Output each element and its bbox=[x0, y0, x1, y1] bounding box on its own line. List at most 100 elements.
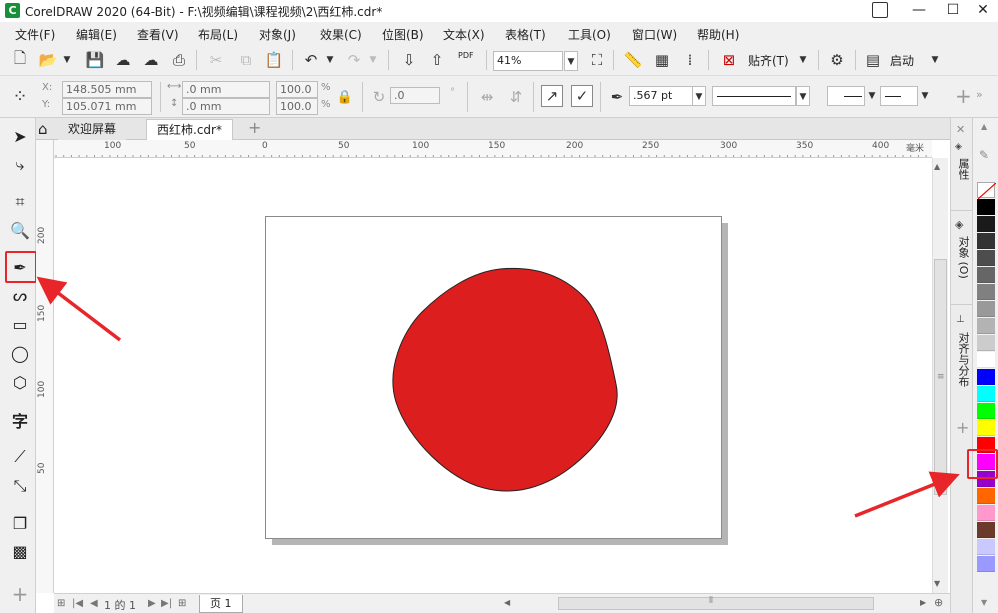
scroll-right-icon[interactable]: ▶ bbox=[920, 598, 926, 607]
publish-pdf-button[interactable]: PDF bbox=[458, 51, 474, 60]
rulers-icon[interactable]: 📏 bbox=[622, 49, 644, 71]
scroll-down-icon[interactable]: ▼ bbox=[934, 579, 940, 588]
page-tab[interactable]: 页 1 bbox=[199, 595, 243, 613]
start-arrowhead-dropdown-icon[interactable]: ▼ bbox=[865, 86, 879, 106]
tab-document[interactable]: 西红柿.cdr* bbox=[146, 119, 233, 140]
cloud-upload-icon[interactable]: ☁ bbox=[112, 49, 134, 71]
zoom-dropdown-icon[interactable]: ▼ bbox=[564, 51, 578, 71]
docker-tab-properties[interactable]: 属性 bbox=[953, 158, 971, 180]
palette-swatch[interactable] bbox=[977, 318, 995, 334]
parallel-dimension-tool-icon[interactable]: ⟋ bbox=[8, 445, 32, 469]
scroll-up-icon[interactable]: ▲ bbox=[934, 162, 940, 171]
x-position-field[interactable]: 148.505 mm bbox=[62, 81, 152, 98]
undo-dropdown-icon[interactable]: ▼ bbox=[323, 50, 337, 70]
palette-scroll-down-icon[interactable]: ▼ bbox=[981, 598, 987, 607]
palette-swatch[interactable] bbox=[977, 352, 995, 368]
menu-window[interactable]: 窗口(W) bbox=[632, 26, 677, 43]
menu-effects[interactable]: 效果(C) bbox=[320, 26, 362, 43]
rotation-angle-field[interactable]: .0 bbox=[390, 87, 440, 104]
menu-file[interactable]: 文件(F) bbox=[15, 26, 55, 43]
docker-tab-align-distribute[interactable]: 对齐与分布 bbox=[953, 332, 971, 387]
vertical-scroll-thumb[interactable]: ≡ bbox=[934, 259, 947, 495]
width-field[interactable]: .0 mm bbox=[182, 81, 270, 98]
docker-add-icon[interactable]: + bbox=[956, 418, 969, 437]
print-icon[interactable]: ⎙ bbox=[168, 49, 190, 71]
options-gear-icon[interactable]: ⚙ bbox=[826, 49, 848, 71]
zoom-tool-icon[interactable]: 🔍 bbox=[8, 218, 32, 242]
scroll-left-icon[interactable]: ◀ bbox=[504, 598, 510, 607]
height-field[interactable]: .0 mm bbox=[182, 98, 270, 115]
palette-swatch[interactable] bbox=[977, 556, 995, 572]
end-arrowhead-dropdown-icon[interactable]: ▼ bbox=[918, 86, 932, 106]
open-folder-icon[interactable]: 📂 bbox=[37, 49, 59, 71]
menu-tools[interactable]: 工具(O) bbox=[568, 26, 611, 43]
palette-swatch[interactable] bbox=[977, 488, 995, 504]
palette-swatch[interactable] bbox=[977, 233, 995, 249]
auto-close-curve-icon[interactable]: ✓ bbox=[571, 85, 593, 107]
first-page-button[interactable]: |◀ bbox=[72, 598, 83, 609]
text-tool-icon[interactable]: 字 bbox=[8, 408, 32, 432]
snap-dropdown-icon[interactable]: ▼ bbox=[796, 50, 810, 70]
object-origin-icon[interactable]: ⁘ bbox=[9, 85, 31, 107]
menu-object[interactable]: 对象(J) bbox=[259, 26, 296, 43]
close-button[interactable]: ✕ bbox=[966, 0, 998, 22]
cut-icon[interactable]: ✂ bbox=[205, 49, 227, 71]
lock-ratio-icon[interactable]: 🔒 bbox=[334, 86, 356, 108]
menu-table[interactable]: 表格(T) bbox=[505, 26, 546, 43]
import-icon[interactable]: ⇩ bbox=[398, 49, 420, 71]
menu-view[interactable]: 查看(V) bbox=[137, 26, 179, 43]
copy-icon[interactable]: ⧉ bbox=[235, 49, 257, 71]
redo-icon[interactable]: ↷ bbox=[343, 49, 365, 71]
rectangle-tool-icon[interactable]: ▭ bbox=[8, 312, 32, 336]
maximize-button[interactable]: ☐ bbox=[936, 0, 970, 22]
tab-welcome-screen[interactable]: 欢迎屏幕 bbox=[58, 119, 127, 140]
node-edit-icon[interactable]: ↗ bbox=[541, 85, 563, 107]
mirror-horizontal-icon[interactable]: ⇹ bbox=[476, 86, 498, 108]
bspline-tool-icon[interactable]: ᔕ bbox=[8, 283, 32, 307]
last-page-button[interactable]: ▶| bbox=[161, 598, 172, 609]
mirror-vertical-icon[interactable]: ⇵ bbox=[505, 86, 527, 108]
full-screen-icon[interactable]: ⛶ bbox=[586, 49, 608, 71]
minimize-button[interactable]: — bbox=[902, 0, 936, 22]
add-property-icon[interactable]: + bbox=[955, 84, 972, 108]
save-icon[interactable]: 💾 bbox=[84, 49, 106, 71]
line-style-select[interactable] bbox=[712, 86, 796, 106]
palette-swatch[interactable] bbox=[977, 301, 995, 317]
outline-width-dropdown-icon[interactable]: ▼ bbox=[692, 86, 706, 106]
vertical-ruler[interactable]: 200 150 100 50 bbox=[36, 140, 54, 593]
snap-off-icon[interactable]: ⊠ bbox=[718, 49, 740, 71]
palette-swatch[interactable] bbox=[977, 522, 995, 538]
first-page-icon[interactable]: ⊞ bbox=[57, 598, 65, 609]
polygon-tool-icon[interactable]: ⬡ bbox=[8, 370, 32, 394]
horizontal-scroll-thumb[interactable]: ⦀ bbox=[558, 596, 874, 610]
menu-text[interactable]: 文本(X) bbox=[443, 26, 485, 43]
undo-icon[interactable]: ↶ bbox=[300, 49, 322, 71]
guidelines-icon[interactable]: ⁞ bbox=[679, 49, 701, 71]
cloud-download-icon[interactable]: ☁ bbox=[140, 49, 162, 71]
palette-swatch[interactable] bbox=[977, 386, 995, 402]
palette-swatch[interactable] bbox=[977, 216, 995, 232]
palette-swatch[interactable] bbox=[977, 250, 995, 266]
horizontal-ruler[interactable]: 100 50 0 50 100 150 200 250 300 350 400 … bbox=[54, 140, 932, 158]
scale-height-field[interactable]: 100.0 bbox=[276, 98, 318, 115]
transparency-tool-icon[interactable]: ▩ bbox=[8, 539, 32, 563]
palette-swatch[interactable] bbox=[977, 505, 995, 521]
palette-swatch[interactable] bbox=[977, 199, 995, 215]
palette-swatch[interactable] bbox=[977, 539, 995, 555]
y-position-field[interactable]: 105.071 mm bbox=[62, 98, 152, 115]
scale-width-field[interactable]: 100.0 bbox=[276, 81, 318, 98]
docker-tab-objects[interactable]: 对象 (O) bbox=[953, 236, 971, 279]
palette-swatch[interactable] bbox=[977, 420, 995, 436]
paste-icon[interactable]: 📋 bbox=[263, 49, 285, 71]
user-account-icon[interactable] bbox=[872, 2, 888, 18]
new-document-icon[interactable]: 🗋 bbox=[9, 49, 31, 71]
new-tab-button[interactable]: + bbox=[248, 118, 261, 137]
open-recent-dropdown-icon[interactable]: ▼ bbox=[60, 50, 74, 70]
line-style-dropdown-icon[interactable]: ▼ bbox=[796, 86, 810, 106]
crop-tool-icon[interactable]: ⌗ bbox=[8, 190, 32, 214]
launch-menu[interactable]: 启动 bbox=[890, 52, 914, 69]
launch-icon[interactable]: ▤ bbox=[862, 49, 884, 71]
vertical-scrollbar[interactable]: ▲ ≡ ▼ bbox=[932, 158, 948, 593]
zoom-level-field[interactable]: 41% bbox=[493, 51, 563, 71]
grid-icon[interactable]: ▦ bbox=[651, 49, 673, 71]
